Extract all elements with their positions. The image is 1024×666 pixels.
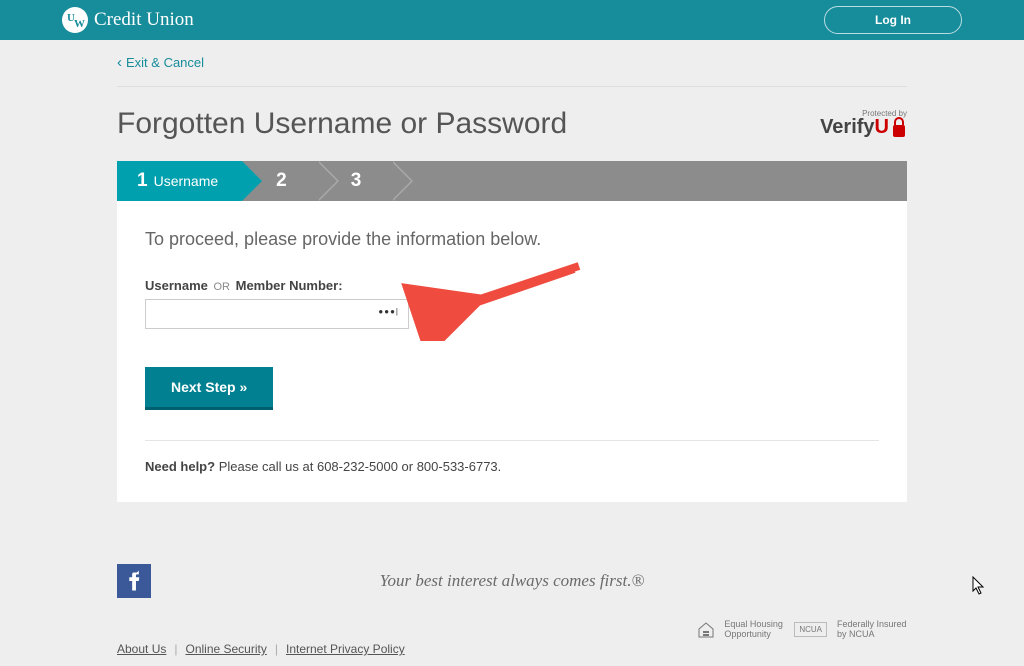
cursor-icon <box>972 576 986 596</box>
footer-tagline: Your best interest always comes first.® <box>151 571 873 591</box>
equal-housing-icon <box>698 622 714 638</box>
login-button[interactable]: Log In <box>824 6 962 34</box>
step-2-num: 2 <box>276 170 287 192</box>
facebook-icon[interactable] <box>117 564 151 598</box>
ncua-label: Federally Insured by NCUA <box>837 620 907 640</box>
instruction-text: To proceed, please provide the informati… <box>145 229 879 250</box>
ncua-box: NCUA <box>794 622 827 637</box>
footer: Your best interest always comes first.® … <box>117 564 907 666</box>
username-label: Username OR Member Number: <box>145 278 879 293</box>
arrow-annotation-icon <box>399 261 599 341</box>
top-bar: U W Credit Union Log In <box>0 0 1024 40</box>
verify-brand-text: VerifyU <box>820 116 889 139</box>
next-step-button[interactable]: Next Step » <box>145 367 273 410</box>
step-1: 1 Username <box>117 161 242 201</box>
page-title: Forgotten Username or Password <box>117 107 567 141</box>
about-us-link[interactable]: About Us <box>117 642 166 656</box>
step-1-num: 1 <box>137 170 148 192</box>
uw-logo-icon: U W <box>62 7 88 33</box>
privacy-policy-link[interactable]: Internet Privacy Policy <box>286 642 405 656</box>
lock-icon <box>891 117 907 139</box>
footer-links: About Us | Online Security | Internet Pr… <box>117 642 405 656</box>
svg-text:W: W <box>74 18 85 30</box>
stepper: 1 Username 2 3 <box>117 161 907 201</box>
help-text: Need help? Please call us at 608-232-500… <box>145 459 879 474</box>
online-security-link[interactable]: Online Security <box>185 642 266 656</box>
form-panel: To proceed, please provide the informati… <box>117 201 907 502</box>
brand-logo[interactable]: U W Credit Union <box>62 7 194 33</box>
exit-row: Exit & Cancel <box>117 54 907 87</box>
equal-housing-label: Equal Housing Opportunity <box>724 620 784 640</box>
brand-name: Credit Union <box>94 9 194 31</box>
step-1-label: Username <box>154 173 219 189</box>
step-3-num: 3 <box>351 170 362 192</box>
verify-badge: Protected by VerifyU <box>820 109 907 139</box>
exit-cancel-link[interactable]: Exit & Cancel <box>117 55 204 70</box>
footer-badges: Equal Housing Opportunity NCUA Federally… <box>698 620 907 640</box>
divider <box>145 440 879 441</box>
username-input[interactable] <box>145 299 409 329</box>
